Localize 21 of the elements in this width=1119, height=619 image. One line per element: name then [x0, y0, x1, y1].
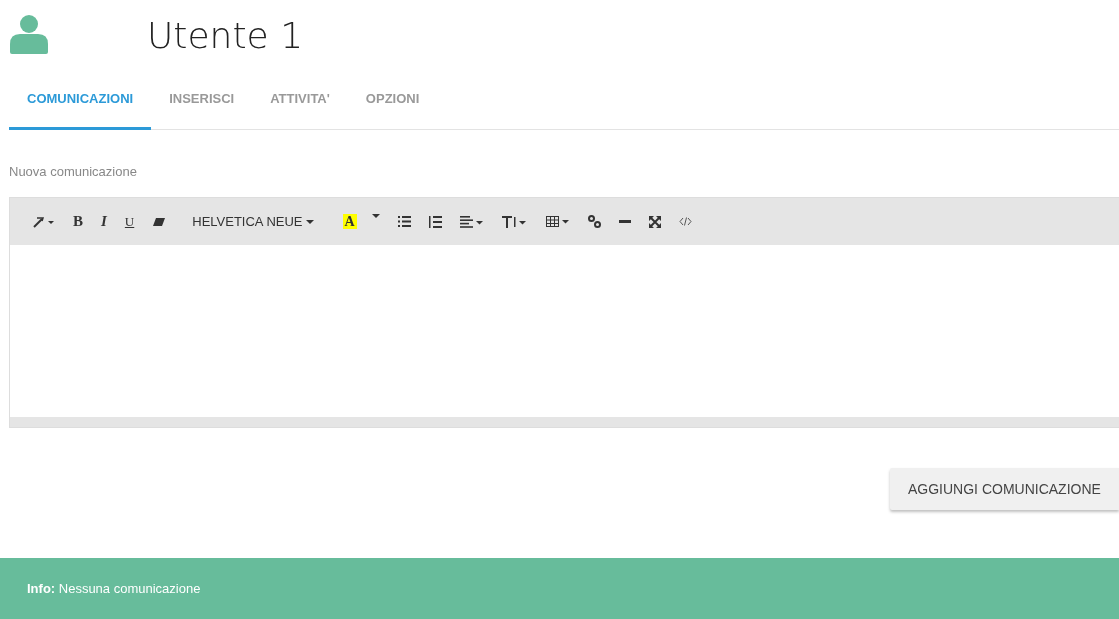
- eraser-icon: [152, 216, 167, 227]
- caret-icon: [305, 219, 314, 224]
- bullet-list-icon: [397, 216, 411, 227]
- text-color-button[interactable]: A: [342, 214, 357, 229]
- minus-icon: [618, 219, 631, 224]
- table-icon: [545, 216, 570, 227]
- field-label: Nuova comunicazione: [9, 164, 138, 181]
- italic-button[interactable]: I: [92, 209, 116, 234]
- caret-icon: [371, 213, 380, 218]
- align-left-icon: [459, 215, 484, 228]
- numbered-list-icon: [428, 215, 442, 228]
- page-title: Utente 1: [147, 14, 304, 56]
- add-button[interactable]: AGGIUNGI COMUNICAZIONE: [890, 468, 1119, 510]
- code-icon: [678, 217, 692, 226]
- text-height-icon: [501, 214, 528, 229]
- font-dropdown[interactable]: HELVETICA NEUE: [183, 209, 323, 234]
- info-message: Info: Nessuna comunicazione: [27, 581, 201, 596]
- underline-button[interactable]: U: [115, 209, 144, 234]
- bold-button[interactable]: B: [64, 209, 92, 234]
- user-icon: [9, 14, 49, 54]
- fullscreen-icon: [648, 215, 661, 228]
